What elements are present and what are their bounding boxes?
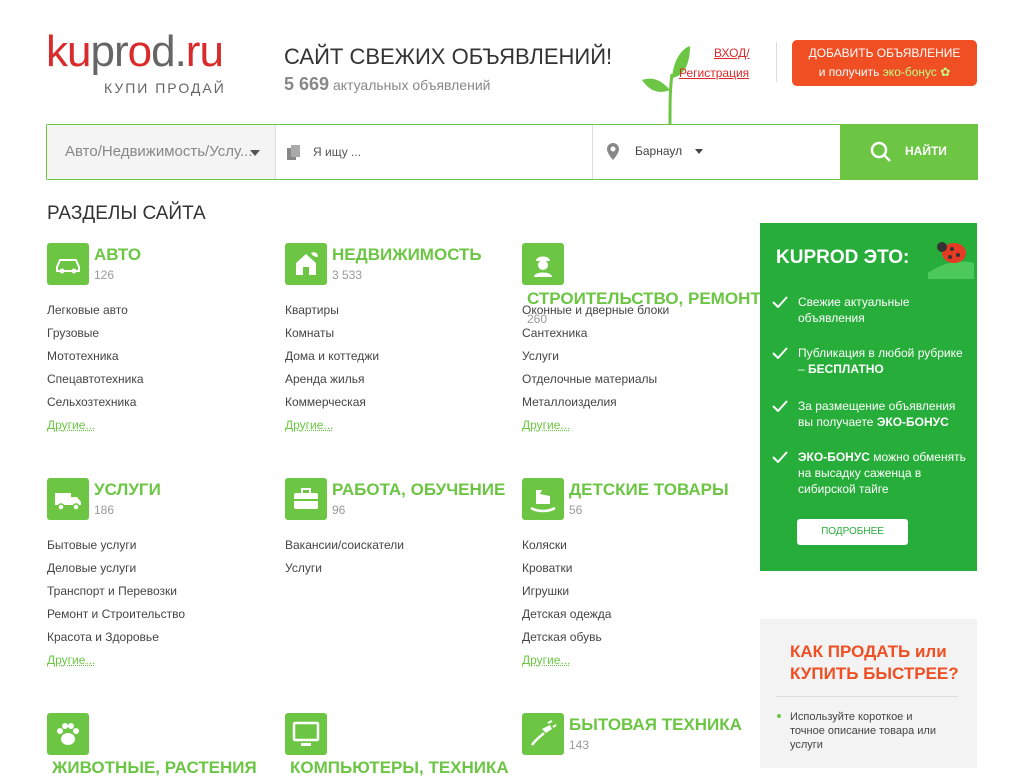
- category-link[interactable]: Отделочные материалы: [522, 372, 669, 395]
- check-icon: [772, 347, 788, 359]
- category-link[interactable]: Ремонт и Строительство: [47, 607, 185, 630]
- category-link[interactable]: Оконные и дверные блоки: [522, 303, 669, 326]
- city-select[interactable]: Барнаул: [594, 125, 840, 179]
- category-title[interactable]: ДЕТСКИЕ ТОВАРЫ: [569, 480, 729, 500]
- logo-tagline: КУПИ ПРОДАЙ: [104, 80, 226, 96]
- category-link[interactable]: Квартиры: [285, 303, 379, 326]
- truck-icon: [47, 478, 89, 520]
- category-count: 96: [332, 503, 346, 517]
- category-link[interactable]: Мототехника: [47, 349, 144, 372]
- plug-icon: [522, 713, 564, 755]
- house-icon: [285, 243, 327, 285]
- more-link[interactable]: Другие...: [522, 653, 611, 676]
- category-count: 186: [94, 503, 115, 517]
- category-link[interactable]: Комнаты: [285, 326, 379, 349]
- sections-heading: РАЗДЕЛЫ САЙТА: [47, 203, 206, 224]
- ads-counter: 5 669 актуальных объявлений: [284, 74, 491, 94]
- category-link[interactable]: Услуги: [522, 349, 669, 372]
- search-bar: Авто/Недвижимость/Услу... Барнаул НАЙТИ: [46, 124, 978, 180]
- category-link[interactable]: Аренда жилья: [285, 372, 379, 395]
- chevron-down-icon: [250, 150, 260, 156]
- site-logo[interactable]: kuprod.ru КУПИ ПРОДАЙ: [46, 28, 236, 100]
- category-link[interactable]: Коммерческая: [285, 395, 379, 418]
- car-icon: [47, 243, 89, 285]
- category-title[interactable]: РАБОТА, ОБУЧЕНИЕ: [332, 480, 505, 500]
- more-link[interactable]: Другие...: [285, 418, 379, 441]
- category-links: Легковые авто Грузовые Мототехника Спеца…: [47, 303, 144, 441]
- documents-icon: [287, 145, 300, 160]
- category-link[interactable]: Вакансии/соискатели: [285, 538, 404, 561]
- category-link[interactable]: Игрушки: [522, 584, 611, 607]
- login-link[interactable]: ВХОД/: [714, 46, 750, 60]
- category-link[interactable]: Грузовые: [47, 326, 144, 349]
- add-ad-button[interactable]: ДОБАВИТЬ ОБЪЯВЛЕНИЕ и получить эко-бонус…: [792, 40, 977, 86]
- promo-title: KUPROD ЭТО:: [776, 247, 910, 268]
- find-button[interactable]: НАЙТИ: [840, 124, 978, 180]
- category-title[interactable]: КОМПЬЮТЕРЫ, ТЕХНИКА: [290, 758, 509, 778]
- more-link[interactable]: Другие...: [47, 418, 144, 441]
- category-link[interactable]: Красота и Здоровье: [47, 630, 185, 653]
- category-link[interactable]: Дома и коттеджи: [285, 349, 379, 372]
- category-link[interactable]: Транспорт и Перевозки: [47, 584, 185, 607]
- category-link[interactable]: Легковые авто: [47, 303, 144, 326]
- worker-icon: [522, 243, 564, 285]
- category-link[interactable]: Сельхозтехника: [47, 395, 144, 418]
- monitor-icon: [285, 713, 327, 755]
- category-count: 143: [569, 738, 590, 752]
- bullet-icon: [777, 714, 781, 718]
- category-count: 126: [94, 268, 115, 282]
- search-input[interactable]: [313, 139, 583, 165]
- more-details-button[interactable]: ПОДРОБНЕЕ: [797, 519, 908, 545]
- divider: [776, 696, 958, 697]
- category-link[interactable]: Кроватки: [522, 561, 611, 584]
- category-title[interactable]: НЕДВИЖИМОСТЬ: [332, 245, 482, 265]
- category-count: 3 533: [332, 268, 363, 282]
- category-link[interactable]: Спецавтотехника: [47, 372, 144, 395]
- category-link[interactable]: Услуги: [285, 561, 404, 584]
- promo-banner: KUPROD ЭТО: Свежие актуальные объявления…: [760, 223, 977, 571]
- category-link[interactable]: Детская одежда: [522, 607, 611, 630]
- category-links: Вакансии/соискатели Услуги: [285, 538, 404, 584]
- howto-title: КАК ПРОДАТЬ или КУПИТЬ БЫСТРЕЕ?: [790, 642, 959, 683]
- category-title[interactable]: АВТО: [94, 245, 141, 265]
- category-link[interactable]: Деловые услуги: [47, 561, 185, 584]
- register-link[interactable]: Регистрация: [679, 66, 749, 80]
- category-links: Оконные и дверные блоки Сантехника Услуг…: [522, 303, 669, 441]
- more-link[interactable]: Другие...: [522, 418, 669, 441]
- paw-icon: [47, 713, 89, 755]
- leaf-icon: ✿: [940, 65, 951, 79]
- map-pin-icon: [607, 143, 619, 160]
- logo-wordmark: kuprod.ru: [46, 27, 224, 76]
- search-icon: [870, 141, 891, 162]
- query-field: [277, 125, 593, 179]
- check-icon: [772, 451, 788, 463]
- category-links: Бытовые услуги Деловые услуги Транспорт …: [47, 538, 185, 676]
- category-title[interactable]: УСЛУГИ: [94, 480, 161, 500]
- category-select[interactable]: Авто/Недвижимость/Услу...: [47, 125, 276, 179]
- site-title: САЙТ СВЕЖИХ ОБЪЯВЛЕНИЙ!: [284, 44, 613, 69]
- briefcase-icon: [285, 478, 327, 520]
- category-link[interactable]: Металлоизделия: [522, 395, 669, 418]
- header-divider: [776, 42, 777, 82]
- howto-tip: Используйте короткое и точное описание т…: [790, 711, 936, 751]
- category-link[interactable]: Детская обувь: [522, 630, 611, 653]
- ladybug-icon: [928, 242, 974, 279]
- category-link[interactable]: Сантехника: [522, 326, 669, 349]
- category-title[interactable]: БЫТОВАЯ ТЕХНИКА: [569, 715, 742, 735]
- sprout-icon: [642, 46, 690, 126]
- category-link[interactable]: Бытовые услуги: [47, 538, 185, 561]
- chevron-down-icon: [695, 149, 703, 154]
- check-icon: [772, 296, 788, 308]
- more-link[interactable]: Другие...: [47, 653, 185, 676]
- category-title[interactable]: ЖИВОТНЫЕ, РАСТЕНИЯ: [52, 758, 257, 778]
- category-link[interactable]: Коляски: [522, 538, 611, 561]
- category-count: 56: [569, 503, 583, 517]
- category-links: Квартиры Комнаты Дома и коттеджи Аренда …: [285, 303, 379, 441]
- howto-box: КАК ПРОДАТЬ или КУПИТЬ БЫСТРЕЕ? Использу…: [760, 619, 977, 768]
- category-links: Коляски Кроватки Игрушки Детская одежда …: [522, 538, 611, 676]
- rocking-horse-icon: [522, 478, 564, 520]
- check-icon: [772, 400, 788, 412]
